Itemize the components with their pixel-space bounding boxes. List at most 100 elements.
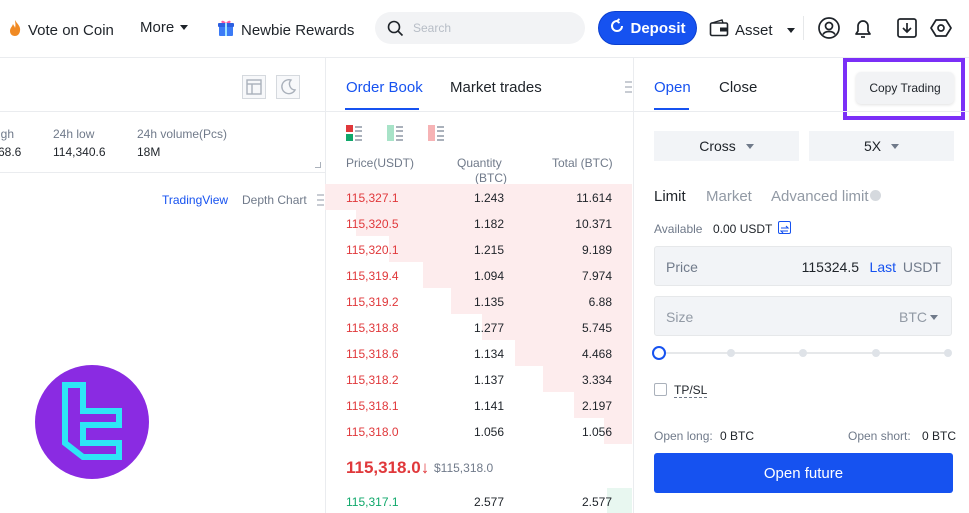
depth-chart-tab[interactable]: Depth Chart: [242, 193, 307, 207]
menu-icon[interactable]: [625, 80, 632, 93]
tradingview-tab[interactable]: TradingView: [162, 193, 228, 207]
size-label: Size: [666, 309, 694, 325]
margin-mode-select[interactable]: Cross: [654, 131, 799, 161]
asks-view-icon[interactable]: [427, 124, 445, 142]
total-cell: 1.056: [581, 425, 612, 439]
quantity-cell: 1.215: [473, 243, 504, 257]
asset-menu[interactable]: Asset: [709, 19, 795, 41]
col-header-total: Total (BTC): [552, 156, 613, 170]
ask-row[interactable]: 115,318.1 1.141 2.197: [325, 392, 632, 418]
tpsl-label[interactable]: TP/SL: [674, 383, 708, 398]
slider-step[interactable]: [872, 349, 880, 357]
tab-market-trades[interactable]: Market trades: [450, 79, 542, 96]
price-cell: 115,318.8: [346, 321, 399, 335]
search-icon: [387, 20, 404, 42]
quantity-cell: 1.094: [473, 269, 504, 283]
tab-order-book[interactable]: Order Book: [346, 79, 423, 96]
slider-step[interactable]: [944, 349, 952, 357]
price-input[interactable]: Price 115324.5 Last USDT: [654, 246, 952, 286]
quantity-cell: 1.137: [473, 373, 504, 387]
quantity-cell: 1.141: [473, 399, 504, 413]
ask-row[interactable]: 115,319.4 1.094 7.974: [325, 262, 632, 288]
price-cell: 115,320.1: [346, 243, 399, 257]
total-cell: 9.189: [581, 243, 612, 257]
profile-icon[interactable]: [817, 16, 841, 40]
bid-row[interactable]: 115,317.1 2.577 2.577: [325, 488, 632, 513]
copy-trading-button[interactable]: Copy Trading: [856, 72, 954, 104]
total-cell: 7.974: [581, 269, 612, 283]
price-cell: 115,318.1: [346, 399, 399, 413]
active-tab-indicator: [654, 108, 689, 110]
quantity-cell: 1.134: [473, 347, 504, 361]
ask-row[interactable]: 115,320.5 1.182 10.371: [325, 210, 632, 236]
total-cell: 4.468: [581, 347, 612, 361]
ask-row[interactable]: 115,318.0 1.056 1.056: [325, 418, 632, 444]
leverage-select[interactable]: 5X: [809, 131, 954, 161]
gift-icon: [217, 19, 235, 41]
top-navigation: Vote on Coin More Newbie Rewards Search …: [0, 0, 969, 58]
order-type-advanced-limit[interactable]: Advanced limit: [771, 188, 869, 205]
ask-row[interactable]: 115,319.2 1.135 6.88: [325, 288, 632, 314]
menu-icon[interactable]: [317, 193, 324, 206]
caret-down-icon: [745, 143, 754, 149]
deposit-icon: [609, 18, 625, 38]
last-price-button[interactable]: Last: [870, 259, 896, 275]
price-cell: 115,318.2: [346, 373, 399, 387]
ask-row[interactable]: 115,327.1 1.243 11.614: [325, 184, 632, 210]
price-cell: 115,318.0: [346, 425, 399, 439]
divider: [0, 172, 325, 173]
settings-icon[interactable]: [929, 16, 953, 40]
moon-icon[interactable]: [276, 75, 300, 99]
caret-down-icon: [891, 143, 900, 149]
size-input[interactable]: Size BTC: [654, 296, 952, 336]
tab-close[interactable]: Close: [719, 79, 757, 96]
stat-value: 68.6: [0, 145, 22, 159]
ask-row[interactable]: 115,318.2 1.137 3.334: [325, 366, 632, 392]
slider-handle[interactable]: [652, 346, 666, 360]
newbie-rewards-link[interactable]: Newbie Rewards: [217, 19, 354, 41]
divider: [0, 111, 325, 112]
stat-label: 24h volume(Pcs): [137, 127, 228, 141]
layout-icon[interactable]: [242, 75, 266, 99]
download-icon[interactable]: [895, 16, 919, 40]
depth-bar: [515, 340, 632, 366]
resize-handle-icon[interactable]: [315, 162, 321, 168]
last-price-value: 115,318.0: [346, 458, 421, 477]
ask-row[interactable]: 115,318.6 1.134 4.468: [325, 340, 632, 366]
divider: [633, 58, 634, 513]
available-value: 0.00 USDT: [713, 222, 773, 236]
size-unit[interactable]: BTC: [899, 309, 927, 325]
total-cell: 11.614: [576, 191, 612, 205]
nav-divider: [803, 16, 804, 40]
last-price-usd: $115,318.0: [434, 461, 494, 475]
bell-icon[interactable]: [851, 16, 875, 40]
more-menu[interactable]: More: [140, 19, 189, 36]
transfer-icon[interactable]: [778, 221, 791, 234]
last-price: 115,318.0↓: [346, 458, 429, 478]
vote-on-coin-label: Vote on Coin: [28, 21, 114, 39]
search-placeholder: Search: [413, 21, 452, 35]
open-future-button[interactable]: Open future: [654, 453, 953, 493]
stat-label: 24h low: [53, 127, 95, 141]
margin-mode-value: Cross: [699, 138, 736, 154]
vote-on-coin-link[interactable]: Vote on Coin: [8, 19, 114, 41]
search-box[interactable]: Search: [375, 12, 585, 44]
quantity-cell: 1.056: [473, 425, 504, 439]
tpsl-checkbox[interactable]: [654, 383, 667, 396]
bids-view-icon[interactable]: [386, 124, 404, 142]
tab-open[interactable]: Open: [654, 79, 691, 96]
price-value: 115324.5: [801, 259, 859, 275]
ask-row[interactable]: 115,318.8 1.277 5.745: [325, 314, 632, 340]
ask-row[interactable]: 115,320.1 1.215 9.189: [325, 236, 632, 262]
slider-step[interactable]: [727, 349, 735, 357]
order-type-market[interactable]: Market: [706, 188, 752, 205]
slider-step[interactable]: [799, 349, 807, 357]
more-label: More: [140, 19, 175, 36]
order-type-limit[interactable]: Limit: [654, 188, 686, 205]
col-header-price: Price(USDT): [346, 156, 414, 170]
deposit-button[interactable]: Deposit: [599, 12, 696, 44]
col-header-quantity-unit: (BTC): [475, 171, 507, 185]
both-sides-view-icon[interactable]: [345, 124, 363, 142]
caret-down-icon: [930, 315, 938, 320]
info-icon[interactable]: [870, 190, 881, 201]
